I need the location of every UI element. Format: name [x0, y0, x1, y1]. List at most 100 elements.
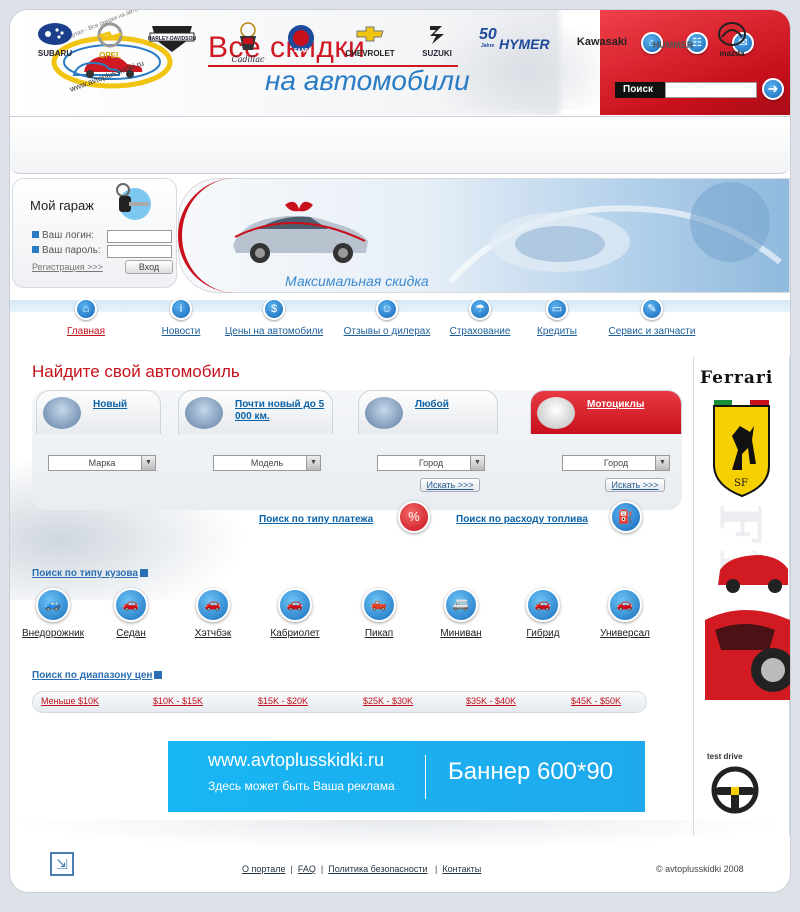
brand-label: OPEL — [99, 51, 121, 60]
percent-icon[interactable]: % — [398, 501, 430, 533]
brand-harley[interactable]: HARLEY-DAVIDSON — [145, 22, 199, 62]
payment-type-link[interactable]: Поиск по типу платежа — [259, 514, 373, 525]
search-button[interactable]: Искать >>> — [420, 478, 480, 492]
tab-label: Мотоциклы — [587, 399, 645, 410]
city-select-moto[interactable]: Город ▼ — [562, 455, 670, 471]
password-input[interactable] — [107, 245, 172, 258]
make-select[interactable]: Марка ▼ — [48, 455, 156, 471]
banner-caption: Максимальная скидка — [285, 273, 429, 289]
nav-label: Сервис и запчасти — [608, 326, 696, 337]
price-range-bar — [32, 691, 647, 713]
garage-title: Мой гараж — [30, 198, 94, 213]
footer-swoosh — [10, 820, 790, 850]
tab-any[interactable]: Любой — [358, 390, 498, 434]
shield-letters: SF — [734, 478, 748, 489]
search-button-moto[interactable]: Искать >>> — [605, 478, 665, 492]
sedan-icon: 🚗 — [114, 588, 148, 622]
brand-label: HUMMER — [652, 40, 694, 50]
password-label: Ваш пароль: — [32, 245, 101, 256]
price-10k-15k[interactable]: $10K - $15K — [153, 696, 203, 706]
footer-link-contacts[interactable]: Контакты — [442, 864, 481, 874]
site-title-line2: на автомобили — [265, 65, 470, 96]
tab-new[interactable]: Новый — [36, 390, 161, 434]
brand-saab[interactable]: SAAB — [285, 22, 317, 62]
footer-link-faq[interactable]: FAQ — [298, 864, 316, 874]
ad-banner[interactable]: www.avtoplusskidki.ru Здесь может быть В… — [168, 741, 645, 812]
page-frame: www.avtoplusskidki.ru Портал - Все скидк… — [10, 10, 790, 892]
nav-label: Цены на автомобили — [224, 326, 324, 337]
search-input[interactable] — [665, 82, 757, 98]
brand-chevrolet[interactable]: CHEVROLET — [340, 22, 400, 62]
cabriolet-icon: 🚗 — [278, 588, 312, 622]
brand-mazda[interactable]: mazda — [710, 22, 754, 62]
brand-hummer[interactable]: HUMMER — [646, 40, 700, 80]
search-go-button[interactable]: ➜ — [762, 78, 784, 100]
nav-item-home[interactable]: ⌂ Главная — [60, 296, 112, 342]
nav-item-credits[interactable]: ▭ Кредиты — [532, 296, 582, 342]
brand-subaru[interactable]: SUBARU — [34, 22, 76, 62]
steering-wheel-icon — [711, 766, 759, 814]
motorcycle-icon — [537, 397, 575, 429]
city-select[interactable]: Город ▼ — [377, 455, 485, 471]
main-nav: ⌂ Главная i Новости $ Цены на автомобили… — [10, 296, 790, 342]
body-type-hatchback[interactable]: 🚗 Хэтчбэк — [178, 588, 248, 639]
suv-icon: 🚙 — [36, 588, 70, 622]
footer-link-privacy[interactable]: Политика безопасности — [328, 864, 427, 874]
price-under-10k[interactable]: Меньше $10K — [41, 696, 99, 706]
fuel-pump-icon[interactable]: ⛽ — [610, 501, 642, 533]
brand-hymer[interactable]: 50 Jahre HYMER — [475, 22, 555, 62]
register-link[interactable]: Регистрация >>> — [32, 262, 103, 272]
pickup-icon: 🛻 — [362, 588, 396, 622]
person-icon: ☺ — [376, 298, 398, 320]
price-15k-20k[interactable]: $15K - $20K — [258, 696, 308, 706]
bullet-icon — [32, 246, 39, 253]
nav-item-insurance[interactable]: ☂ Страхование — [447, 296, 513, 342]
brand-kawasaki[interactable]: Kawasaki — [570, 36, 634, 76]
login-label: Ваш логин: — [32, 230, 94, 241]
tab-label: Почти новый до 5 000 км. — [235, 399, 325, 422]
body-type-pickup[interactable]: 🛻 Пикап — [344, 588, 414, 639]
umbrella-icon: ☂ — [469, 298, 491, 320]
arrow-up-left-icon[interactable]: ⇲ — [50, 852, 74, 876]
brand-cadillac[interactable]: Cadillac — [228, 22, 268, 64]
wrench-icon: ✎ — [641, 298, 663, 320]
model-select[interactable]: Модель ▼ — [213, 455, 321, 471]
nav-item-reviews[interactable]: ☺ Отзывы о дилерах — [340, 296, 434, 342]
suzuki-logo-icon — [430, 26, 444, 44]
saab-label: SAAB — [294, 48, 309, 54]
chevron-down-icon: ▼ — [470, 456, 484, 470]
login-input[interactable] — [107, 230, 172, 243]
price-25k-30k[interactable]: $25K - $30K — [363, 696, 413, 706]
footer-link-about[interactable]: О портале — [242, 864, 285, 874]
ferrari-cars-image — [705, 555, 790, 700]
price-45k-50k[interactable]: $45K - $50K — [571, 696, 621, 706]
price-range-title[interactable]: Поиск по диапазону цен — [32, 670, 163, 681]
body-type-cabriolet[interactable]: 🚗 Кабриолет — [260, 588, 330, 639]
ad-url: www.avtoplusskidki.ru — [208, 750, 385, 770]
brand-opel[interactable]: OPEL — [90, 22, 130, 62]
nav-item-service[interactable]: ✎ Сервис и запчасти — [606, 296, 698, 342]
fuel-consumption-link[interactable]: Поиск по расходу топлива — [456, 514, 588, 525]
body-type-wagon[interactable]: 🚗 Универсал — [590, 588, 660, 639]
footer-links: О портале | FAQ | Политика безопасности … — [242, 864, 482, 874]
mazda-logo-icon — [718, 22, 746, 46]
brand-suzuki[interactable]: SUZUKI — [414, 22, 460, 62]
login-button[interactable]: Вход — [125, 260, 173, 274]
ad-size: Баннер 600*90 — [448, 758, 614, 785]
headlight-illustration — [447, 182, 782, 284]
nav-item-news[interactable]: i Новости — [156, 296, 206, 342]
brand-label: SUZUKI — [422, 49, 452, 58]
driver-icon — [365, 397, 403, 429]
tab-motorcycles[interactable]: Мотоциклы — [530, 390, 682, 434]
body-type-suv[interactable]: 🚙 Внедорожник — [18, 588, 88, 639]
body-type-title[interactable]: Поиск по типу кузова — [32, 568, 148, 579]
nav-label: Новости — [161, 326, 201, 337]
tab-almost-new[interactable]: Почти новый до 5 000 км. — [178, 390, 333, 434]
nav-item-prices[interactable]: $ Цены на автомобили — [222, 296, 326, 342]
body-type-hybrid[interactable]: 🚗 Гибрид — [508, 588, 578, 639]
opel-logo-icon — [97, 22, 123, 48]
body-type-sedan[interactable]: 🚗 Седан — [96, 588, 166, 639]
price-35k-40k[interactable]: $35K - $40K — [466, 696, 516, 706]
body-type-minivan[interactable]: 🚐 Миниван — [426, 588, 496, 639]
tab-label: Новый — [93, 399, 128, 410]
